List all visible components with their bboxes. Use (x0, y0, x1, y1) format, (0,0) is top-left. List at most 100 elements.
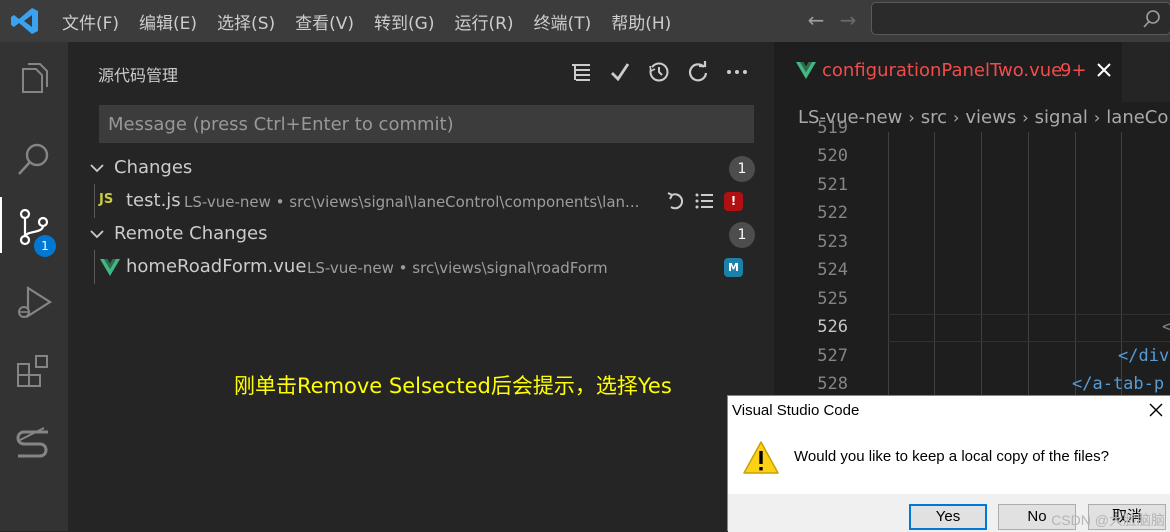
menu-view[interactable]: 查看(V) (285, 9, 364, 34)
code-tag: </div (1118, 346, 1170, 366)
refresh-button[interactable] (678, 58, 717, 86)
activity-search[interactable] (0, 130, 68, 186)
extensions-icon (17, 355, 48, 387)
line-number: 527 (817, 346, 848, 366)
chevron-right-icon: › (1093, 107, 1101, 127)
search-icon (18, 143, 49, 175)
code-tag: </a-tab-p (1072, 374, 1165, 394)
menu-selection[interactable]: 选择(S) (207, 9, 285, 34)
dialog-body: Would you like to keep a local copy of t… (728, 426, 1170, 494)
confirm-dialog: Visual Studio Code Would you like to kee… (727, 395, 1170, 532)
remote-changes-group-label: Remote Changes (114, 223, 268, 244)
code-line-528: </a-tab-p (1072, 374, 1164, 394)
vue-file-icon (796, 62, 816, 79)
stage-changes-button[interactable] (690, 189, 718, 213)
history-icon (648, 62, 668, 82)
chevron-right-icon: › (1022, 107, 1029, 127)
close-icon[interactable] (1147, 401, 1165, 419)
file-path: LS-vue-new • src\views\signal\roadForm (307, 259, 608, 277)
conflict-status-badge: ! (724, 192, 743, 211)
breadcrumb-item[interactable]: signal (1035, 107, 1088, 128)
activity-extensions[interactable] (0, 342, 68, 398)
commit-button[interactable] (600, 58, 639, 86)
activity-run-debug[interactable] (0, 272, 68, 328)
breadcrumb: LS-vue-new › src › views › signal › lane… (798, 102, 1168, 132)
scm-count-badge: 1 (34, 235, 56, 257)
discard-icon (667, 192, 684, 210)
modified-status-badge: M (724, 258, 743, 277)
vue-file-icon (100, 259, 120, 276)
dialog-footer: Yes No 取消 CSDN @大脸脑脑 (728, 494, 1170, 532)
indent-guide (94, 184, 95, 218)
yes-button[interactable]: Yes (909, 504, 987, 530)
view-as-tree-button[interactable] (561, 58, 600, 86)
explorer-icon (22, 63, 48, 93)
panel-title: 源代码管理 (98, 66, 179, 85)
nav-arrows: ← → (800, 6, 864, 34)
activity-source-control[interactable]: 1 (0, 197, 68, 257)
back-arrow-icon[interactable]: ← (800, 6, 832, 34)
close-icon[interactable] (1094, 60, 1114, 80)
code-line-526: < (1162, 317, 1170, 337)
activity-custom-extension[interactable] (0, 414, 68, 470)
forward-arrow-icon[interactable]: → (832, 6, 864, 34)
breadcrumb-item[interactable]: laneCo (1106, 107, 1168, 128)
chevron-down-icon (90, 164, 104, 173)
line-number: 519 (817, 118, 848, 138)
check-icon (610, 63, 629, 82)
source-control-panel: 源代码管理 Message (press Ctrl+Enter to commi… (68, 42, 774, 531)
activity-explorer[interactable] (0, 52, 68, 108)
file-name: test.js (126, 190, 181, 211)
changed-file-row[interactable]: JS test.js LS-vue-new • src\views\signal… (68, 184, 774, 218)
breadcrumb-item[interactable]: src (921, 107, 947, 128)
list-icon (695, 193, 713, 209)
line-number: 520 (817, 146, 848, 166)
watermark-text: CSDN @大脸脑脑 (1051, 512, 1165, 528)
warning-icon (743, 441, 779, 474)
chevron-right-icon: › (953, 107, 960, 127)
editor-tabs: configurationPanelTwo.vue 9+ (774, 42, 1170, 102)
dialog-message: Would you like to keep a local copy of t… (794, 448, 1109, 465)
file-row-actions (662, 189, 718, 213)
more-actions-button[interactable] (717, 58, 756, 86)
search-icon (1143, 10, 1160, 28)
panel-actions (561, 58, 756, 86)
tab-label: configurationPanelTwo.vue (822, 60, 1063, 81)
remote-changed-file-row[interactable]: homeRoadForm.vue LS-vue-new • src\views\… (68, 250, 774, 284)
commit-message-input[interactable] (99, 105, 754, 143)
line-number: 525 (817, 289, 848, 309)
s-logo-icon (16, 427, 48, 458)
breadcrumb-item[interactable]: LS-vue-new (798, 107, 902, 128)
tab-problems-count: 9+ (1060, 60, 1087, 81)
indent-guide (94, 250, 95, 284)
breadcrumb-item[interactable]: views (965, 107, 1016, 128)
menu-file[interactable]: 文件(F) (52, 9, 129, 34)
annotation-note: 刚单击Remove Selsected后会提示，选择Yes (234, 374, 672, 398)
menu-edit[interactable]: 编辑(E) (129, 9, 207, 34)
dialog-title: Visual Studio Code (732, 402, 860, 419)
editor-tab-active[interactable]: configurationPanelTwo.vue 9+ (774, 42, 1122, 102)
ellipsis-icon (726, 70, 747, 74)
current-line-highlight (888, 314, 1170, 342)
list-tree-icon (571, 64, 590, 81)
command-center-search[interactable] (871, 2, 1170, 35)
panel-header: 源代码管理 (68, 42, 774, 102)
remote-changes-count-badge: 1 (729, 222, 755, 248)
changes-group-header[interactable]: Changes 1 (68, 152, 774, 184)
chevron-down-icon (90, 230, 104, 239)
dialog-title-bar: Visual Studio Code (728, 396, 1170, 426)
menu-help[interactable]: 帮助(H) (601, 9, 681, 34)
menu-go[interactable]: 转到(G) (364, 9, 444, 34)
remote-changes-group-header[interactable]: Remote Changes 1 (68, 218, 774, 250)
line-number: 521 (817, 175, 848, 195)
discard-changes-button[interactable] (662, 189, 690, 213)
history-button[interactable] (639, 58, 678, 86)
menu-run[interactable]: 运行(R) (444, 9, 523, 34)
line-number: 522 (817, 203, 848, 223)
menu-terminal[interactable]: 终端(T) (524, 9, 602, 34)
menu-bar: 文件(F) 编辑(E) 选择(S) 查看(V) 转到(G) 运行(R) 终端(T… (52, 0, 681, 42)
title-bar: 文件(F) 编辑(E) 选择(S) 查看(V) 转到(G) 运行(R) 终端(T… (0, 0, 1170, 42)
changes-count-badge: 1 (729, 156, 755, 182)
line-number: 523 (817, 232, 848, 252)
activity-bar: 1 (0, 42, 68, 531)
